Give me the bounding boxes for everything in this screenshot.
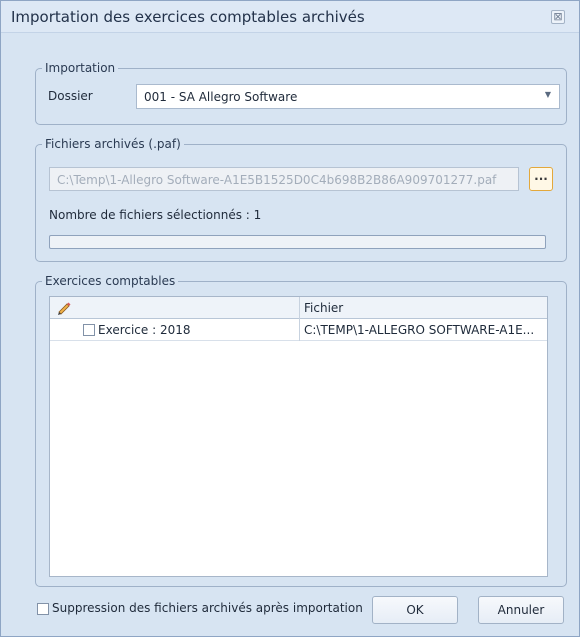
dossier-label: Dossier (48, 89, 93, 103)
exercices-group: Exercices comptables Fichier Exercice : … (35, 273, 567, 587)
selected-count-text: Nombre de fichiers sélectionnés : 1 (49, 208, 262, 222)
close-icon[interactable]: ⊠ (551, 10, 565, 24)
delete-archives-checkbox[interactable] (37, 603, 49, 615)
column-header-fichier[interactable]: Fichier (299, 297, 549, 319)
exercice-cell: Exercice : 2018 (50, 319, 299, 341)
chevron-down-icon[interactable]: ▼ (545, 90, 551, 99)
exercices-grid: Fichier Exercice : 2018 C:\TEMP\1-ALLEGR… (49, 296, 548, 577)
dossier-select-value: 001 - SA Allegro Software (144, 90, 298, 104)
exercices-group-label: Exercices comptables (42, 273, 179, 289)
grid-header: Fichier (50, 297, 547, 319)
pencil-icon (56, 300, 72, 316)
importation-group-label: Importation (42, 60, 119, 76)
importation-group: Importation Dossier 001 - SA Allegro Sof… (35, 60, 567, 125)
delete-archives-label[interactable]: Suppression des fichiers archivés après … (52, 601, 363, 615)
table-row[interactable]: Exercice : 2018 C:\TEMP\1-ALLEGRO SOFTWA… (50, 319, 547, 341)
browse-button[interactable]: ... (529, 167, 553, 191)
import-progress-bar (49, 235, 546, 249)
archive-path-field[interactable]: C:\Temp\1-Allegro Software-A1E5B1525D0C4… (49, 167, 519, 191)
archive-path-text: C:\Temp\1-Allegro Software-A1E5B1525D0C4… (57, 173, 497, 187)
exercice-label: Exercice : 2018 (98, 323, 191, 337)
dossier-select[interactable]: 001 - SA Allegro Software ▼ (136, 84, 560, 109)
import-dialog: Importation des exercices comptables arc… (0, 0, 580, 637)
exercice-checkbox[interactable] (83, 324, 95, 336)
fichiers-group-label: Fichiers archivés (.paf) (42, 136, 184, 152)
fichier-cell: C:\TEMP\1-ALLEGRO SOFTWARE-A1E... (299, 319, 549, 341)
cancel-button[interactable]: Annuler (478, 596, 564, 624)
fichiers-group: Fichiers archivés (.paf) C:\Temp\1-Alleg… (35, 136, 567, 262)
title-bar: Importation des exercices comptables arc… (1, 1, 579, 33)
window-title: Importation des exercices comptables arc… (11, 8, 365, 26)
ok-button[interactable]: OK (372, 596, 458, 624)
